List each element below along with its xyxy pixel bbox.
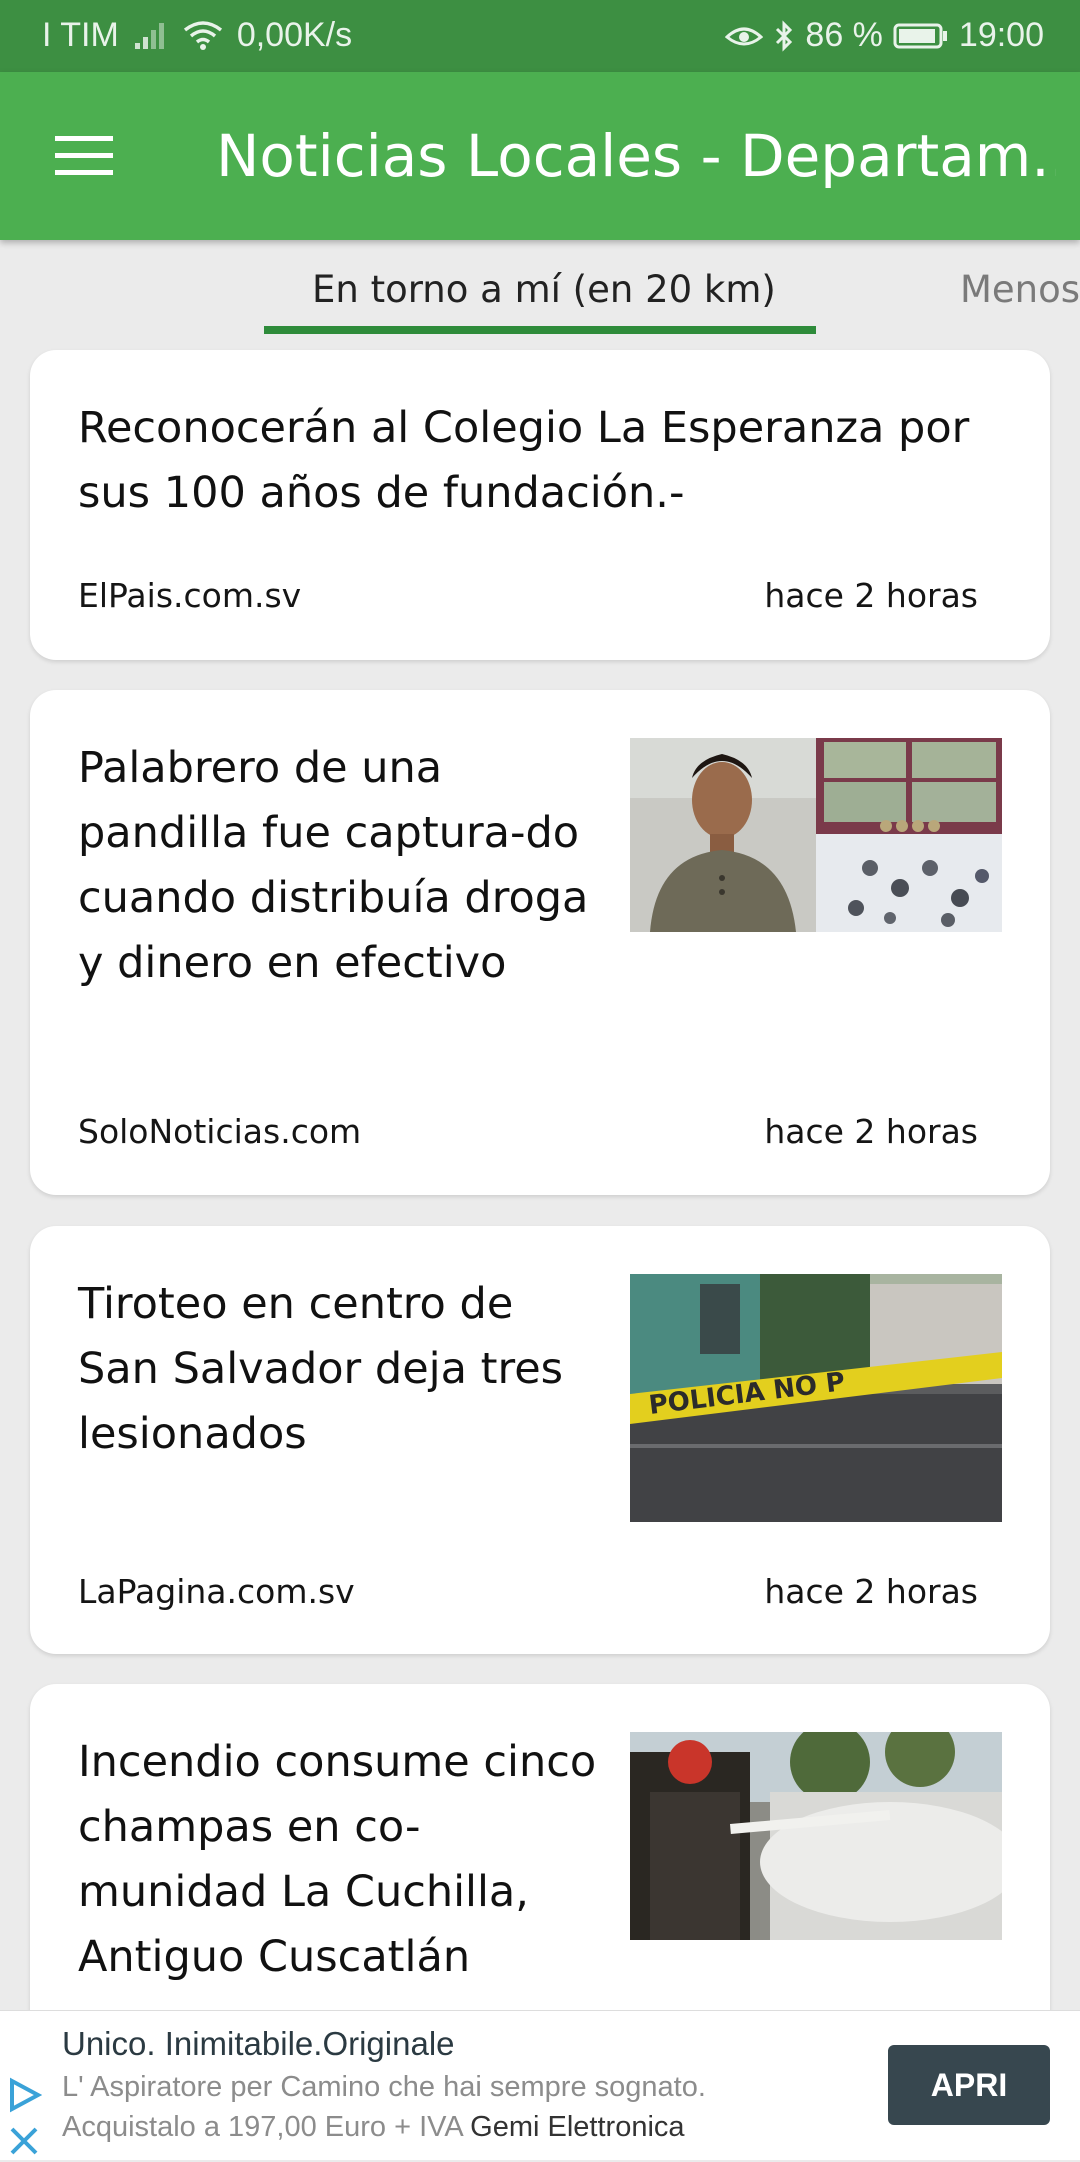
- ad-banner[interactable]: Unico. Inimitabile.Originale L' Aspirato…: [0, 2010, 1080, 2160]
- signal-icon: [133, 21, 169, 51]
- menu-button[interactable]: [40, 124, 128, 188]
- article-time: hace 2 horas: [764, 1112, 978, 1151]
- ad-line-2: Acquistalo a 197,00 Euro + IVA Gemi Elet…: [62, 2111, 685, 2144]
- wifi-icon: [183, 20, 223, 52]
- article-card[interactable]: Palabrero de una pandilla fue captura-do…: [30, 690, 1050, 1195]
- tab-indicator: [264, 326, 816, 334]
- ad-close-icon[interactable]: [8, 2125, 40, 2162]
- app-title: Noticias Locales - Departam...: [216, 122, 1056, 190]
- article-thumbnail: [630, 1717, 1020, 1940]
- net-speed: 0,00K/s: [236, 16, 353, 54]
- article-source: LaPagina.com.sv: [78, 1572, 355, 1611]
- bluetooth-icon: [773, 19, 795, 52]
- clock: 19:00: [958, 16, 1044, 54]
- ad-price: Acquistalo a 197,00 Euro + IVA: [62, 2111, 463, 2143]
- eye-icon: [725, 21, 764, 51]
- article-headline: Tiroteo en centro de San Salvador deja t…: [78, 1279, 564, 1459]
- ad-choices-icon[interactable]: [6, 2077, 43, 2118]
- ad-open-button[interactable]: APRI: [888, 2045, 1050, 2125]
- article-headline: Palabrero de una pandilla fue captura-do…: [78, 743, 589, 988]
- tab-bar: En torno a mí (en 20 km) Menos: [0, 240, 1080, 336]
- app-bar: Noticias Locales - Departam...: [0, 72, 1080, 240]
- ad-advertiser: Gemi Elettronica: [470, 2111, 685, 2143]
- article-card[interactable]: Reconocerán al Colegio La Esperanza por …: [30, 350, 1050, 660]
- tab-nearby[interactable]: En torno a mí (en 20 km): [312, 268, 776, 311]
- article-source: ElPais.com.sv: [78, 576, 302, 615]
- article-headline: Reconocerán al Colegio La Esperanza por …: [78, 403, 970, 518]
- article-thumbnail: [630, 738, 1002, 932]
- article-card[interactable]: Tiroteo en centro de San Salvador deja t…: [30, 1226, 1050, 1654]
- tab-less[interactable]: Menos: [960, 268, 1080, 311]
- ad-title: Unico. Inimitabile.Originale: [62, 2025, 455, 2062]
- article-card[interactable]: Incendio consume cinco champas en co-mun…: [30, 1684, 1050, 2044]
- ad-line-1: L' Aspiratore per Camino che hai sempre …: [62, 2071, 706, 2103]
- battery-icon: [893, 21, 949, 51]
- article-source: SoloNoticias.com: [78, 1112, 362, 1151]
- article-thumbnail: POLICIA NO P: [630, 1274, 1002, 1522]
- article-headline: Incendio consume cinco champas en co-mun…: [78, 1737, 597, 1982]
- article-time: hace 2 horas: [764, 576, 978, 615]
- status-bar: I TIM 0,00K/s 86 % 19:00: [0, 0, 1080, 72]
- article-time: hace 2 horas: [764, 1572, 978, 1611]
- hamburger-icon: [55, 136, 113, 175]
- battery-percent: 86 %: [805, 16, 883, 54]
- carrier-label: I TIM: [42, 16, 119, 54]
